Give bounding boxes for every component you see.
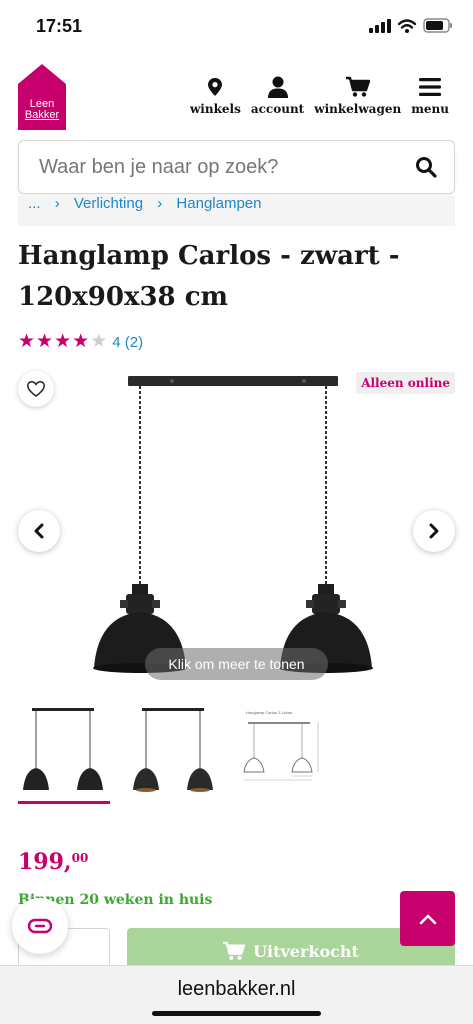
product-title-line2: 120x90x38 cm — [18, 282, 229, 312]
thumbnail-1[interactable] — [18, 704, 110, 804]
breadcrumb-item-ellipsis[interactable]: ... — [28, 196, 41, 212]
star-icon: ★ — [36, 331, 54, 352]
browser-address-bar[interactable]: leenbakker.nl — [0, 965, 473, 1024]
header-nav: winkels account winkelwagen menu — [190, 74, 449, 116]
star-empty-icon: ★ — [90, 331, 108, 352]
thumbnail-caption: Hanglamp Carlos 2-Lichts — [246, 710, 292, 715]
user-icon — [267, 76, 288, 98]
product-main-image[interactable] — [80, 372, 392, 682]
chat-button[interactable] — [12, 898, 68, 954]
logo-text: Leen Bakker — [18, 99, 66, 121]
heart-icon — [27, 381, 45, 397]
star-icon: ★ — [72, 331, 90, 352]
price-cents: 00 — [71, 851, 89, 865]
show-more-pill[interactable]: Klik om meer te tonen — [145, 648, 328, 680]
sold-out-label: Uitverkocht — [253, 941, 359, 961]
star-icon: ★ — [54, 331, 72, 352]
product-title: Hanglamp Carlos - zwart - 120x90x38 cm — [18, 236, 438, 318]
product-rating[interactable]: ★ ★ ★ ★ ★ 4 (2) — [18, 332, 143, 352]
chevron-right-icon — [429, 523, 439, 539]
price-main: 199, — [18, 849, 72, 875]
cart-icon — [223, 941, 246, 960]
location-pin-icon — [208, 78, 223, 96]
breadcrumb-item-verlichting[interactable]: Verlichting — [74, 196, 143, 212]
chat-icon — [27, 918, 53, 934]
nav-account-label: account — [250, 102, 305, 116]
nav-winkelwagen[interactable]: winkelwagen — [314, 74, 401, 116]
favorite-button[interactable] — [18, 371, 54, 407]
leen-bakker-logo[interactable]: Leen Bakker — [18, 64, 66, 130]
status-time: 17:51 — [36, 16, 83, 36]
gallery-prev-button[interactable] — [18, 510, 60, 552]
status-bar: 17:51 — [0, 0, 473, 56]
search-input[interactable]: Waar ben je naar op zoek? — [18, 140, 455, 194]
status-icons — [369, 18, 453, 33]
breadcrumb: ... › Verlichting › Hanglampen — [18, 196, 455, 226]
nav-menu[interactable]: menu — [411, 74, 449, 116]
search-icon[interactable] — [415, 156, 437, 178]
nav-account[interactable]: account — [251, 74, 304, 116]
back-to-top-button[interactable] — [400, 891, 455, 946]
product-title-line1: Hanglamp Carlos - zwart - — [18, 241, 400, 271]
online-only-badge: Alleen online — [356, 372, 455, 394]
nav-winkels-label: winkels — [189, 102, 241, 116]
hamburger-icon — [419, 78, 442, 96]
product-price: 199,00 — [18, 849, 88, 875]
thumbnail-3-dimensions[interactable]: Hanglamp Carlos 2-Lichts — [238, 704, 330, 804]
nav-winkelwagen-label: winkelwagen — [314, 102, 402, 116]
browser-url[interactable]: leenbakker.nl — [0, 978, 473, 1001]
rating-count[interactable]: 4 (2) — [112, 334, 143, 351]
star-icon: ★ — [18, 331, 36, 352]
nav-menu-label: menu — [411, 102, 449, 116]
chevron-right-icon: › — [157, 196, 163, 212]
chevron-right-icon: › — [54, 196, 60, 212]
breadcrumb-item-hanglampen[interactable]: Hanglampen — [176, 196, 261, 212]
gallery-next-button[interactable] — [413, 510, 455, 552]
chevron-left-icon — [34, 523, 44, 539]
wifi-icon — [398, 18, 416, 33]
chevron-up-icon — [419, 914, 436, 924]
home-indicator — [152, 1011, 321, 1016]
logo-line2: Bakker — [24, 109, 60, 121]
signal-icon — [369, 18, 391, 33]
nav-winkels[interactable]: winkels — [190, 74, 241, 116]
thumbnail-strip: Hanglamp Carlos 2-Lichts — [18, 704, 330, 804]
search-placeholder: Waar ben je naar op zoek? — [39, 156, 279, 178]
thumbnail-2[interactable] — [128, 704, 220, 804]
battery-icon — [423, 18, 452, 33]
cart-icon — [345, 76, 370, 97]
site-header: Leen Bakker winkels account winkelwagen … — [0, 56, 473, 140]
